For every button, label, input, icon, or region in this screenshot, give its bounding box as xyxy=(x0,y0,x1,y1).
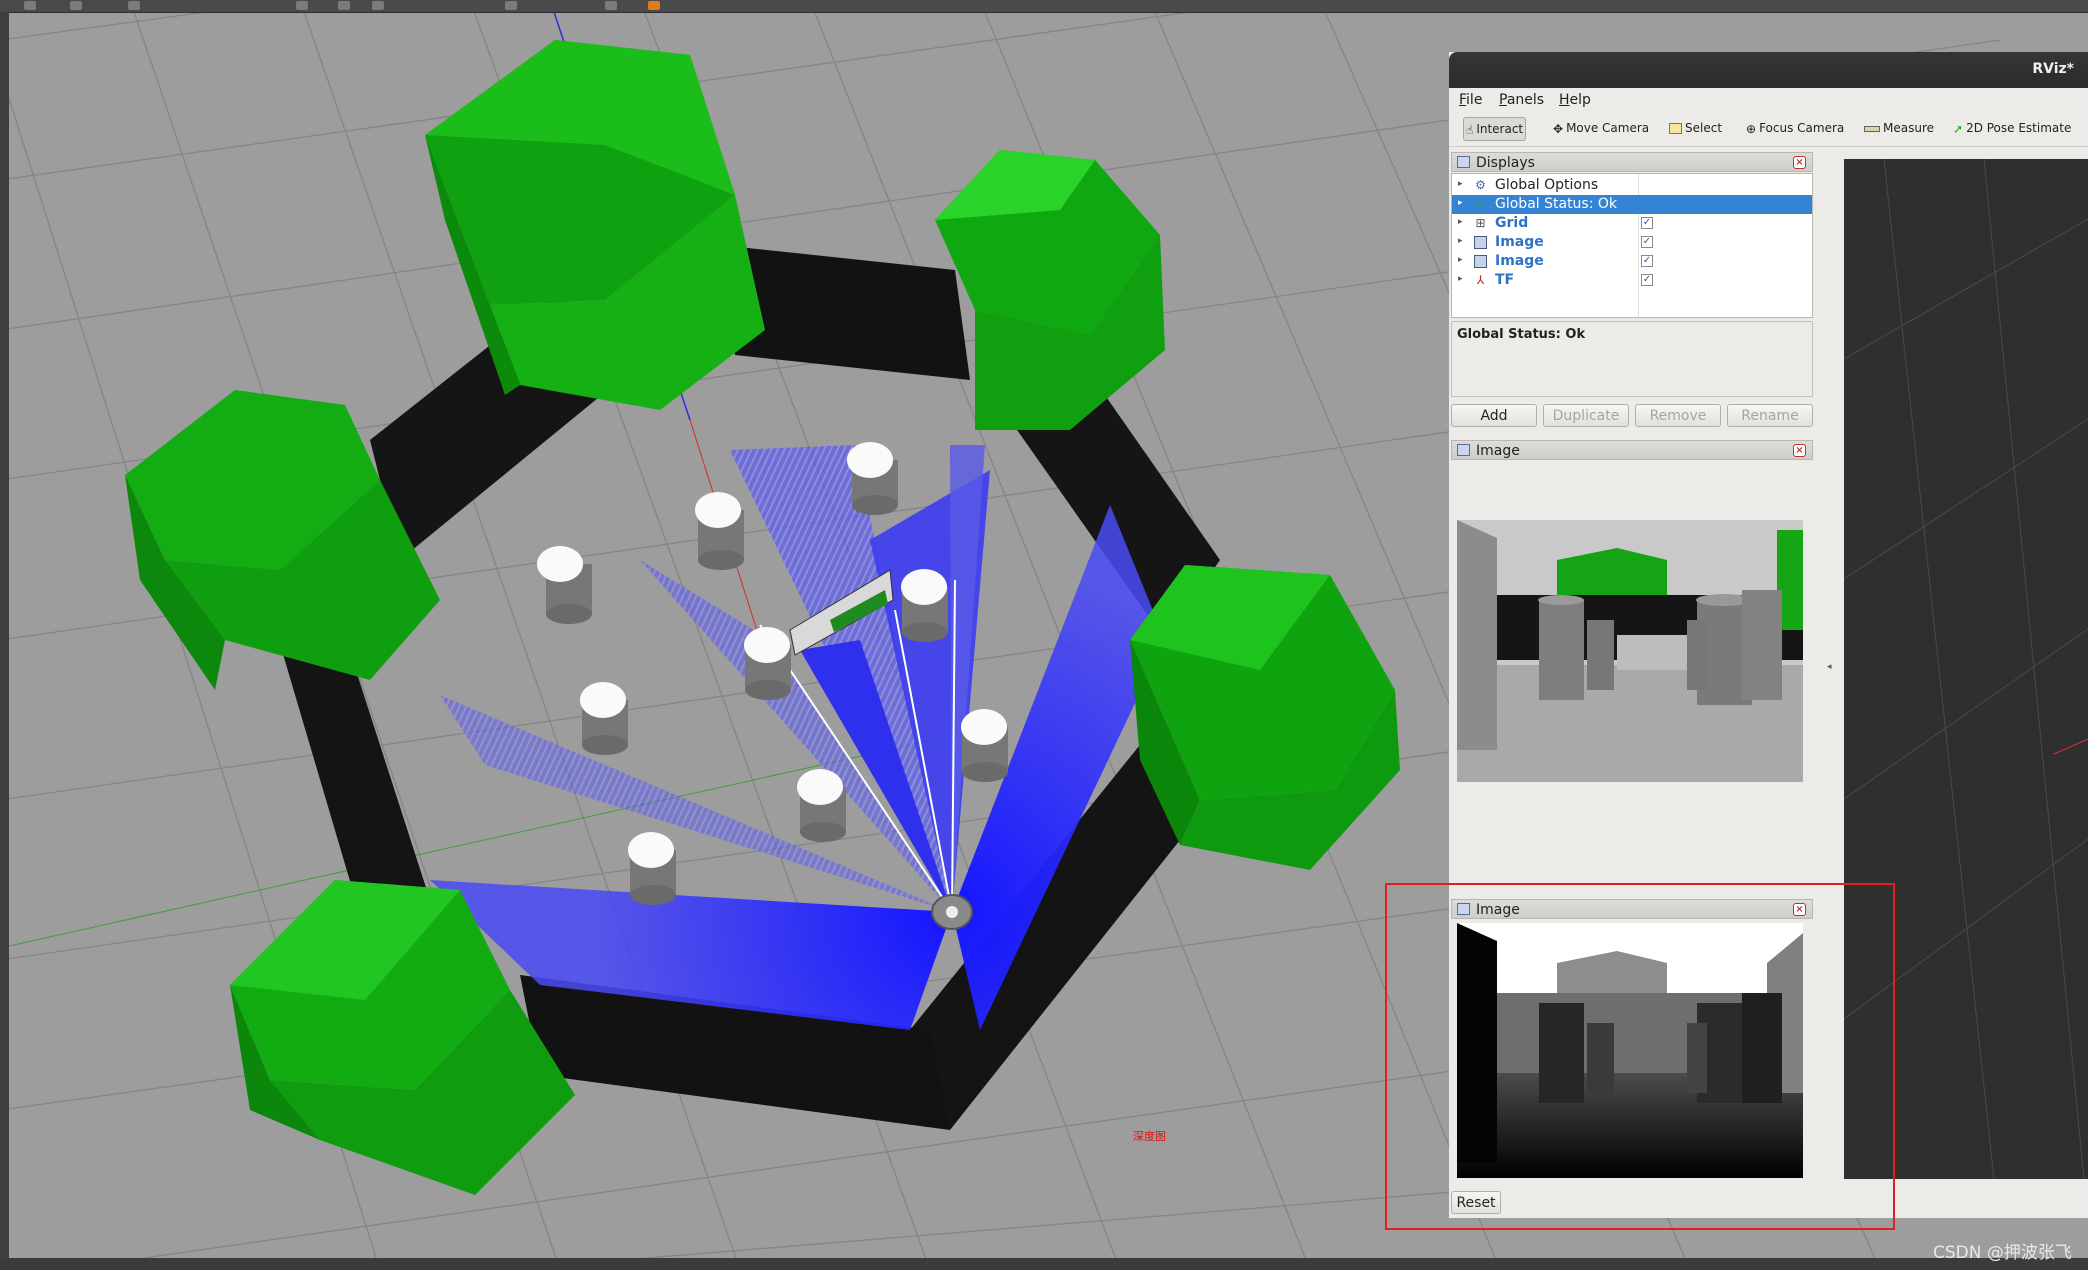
image-panel-header[interactable]: Image × xyxy=(1451,440,1813,460)
hand-icon: ☝ xyxy=(1466,122,1474,137)
close-icon[interactable]: × xyxy=(1793,156,1806,169)
display-item-label: TF xyxy=(1495,272,1515,288)
rgb-camera-view xyxy=(1457,520,1803,782)
display-item-tf[interactable]: ▸ ⅄ TF ✓ xyxy=(1452,271,1812,290)
remove-button[interactable]: Remove xyxy=(1635,404,1721,427)
display-item-label: Global Status: Ok xyxy=(1495,196,1618,212)
move-camera-tool-button[interactable]: ✥ Move Camera xyxy=(1553,117,1649,139)
image-panel-rgb: Image × xyxy=(1451,440,1813,880)
ruler-icon xyxy=(1864,125,1880,132)
image-panel-header[interactable]: Image × xyxy=(1451,899,1813,919)
interact-tool-button[interactable]: ☝ Interact xyxy=(1463,117,1527,141)
pose-estimate-label: 2D Pose Estimate xyxy=(1966,121,2072,135)
measure-tool-button[interactable]: Measure xyxy=(1864,117,1934,139)
expand-arrow-icon[interactable]: ▸ xyxy=(1458,179,1463,189)
rviz-window: RViz* File Panels Help ☝ Interact ✥ Move C… xyxy=(1449,52,2088,1218)
display-item-image[interactable]: ▸ Image ✓ xyxy=(1452,233,1812,252)
display-enable-checkbox[interactable]: ✓ xyxy=(1641,236,1653,248)
measure-label: Measure xyxy=(1883,121,1934,135)
crosshair-icon: ⊕ xyxy=(1746,121,1757,136)
window-titlebar[interactable]: RViz* xyxy=(1449,52,2088,88)
display-enable-checkbox[interactable]: ✓ xyxy=(1641,217,1653,229)
toolbar-icon[interactable] xyxy=(70,1,82,10)
image-icon xyxy=(1474,255,1487,268)
focus-camera-label: Focus Camera xyxy=(1759,121,1845,135)
display-enable-checkbox[interactable]: ✓ xyxy=(1641,255,1653,267)
toolbar-icon[interactable] xyxy=(296,1,308,10)
toolbar-icon[interactable] xyxy=(128,1,140,10)
window-title: RViz* xyxy=(2032,61,2074,77)
select-label: Select xyxy=(1685,121,1723,135)
watermark: CSDN @押波张飞 xyxy=(1933,1243,2072,1263)
toolbar-icon[interactable] xyxy=(505,1,517,10)
display-enable-checkbox[interactable]: ✓ xyxy=(1641,274,1653,286)
image-panel-title: Image xyxy=(1476,902,1520,918)
toolbar-icon[interactable] xyxy=(605,1,617,10)
displays-tree: ▸ ⚙ Global Options ▸ ✓ Global Status: Ok… xyxy=(1451,173,1813,318)
expand-arrow-icon[interactable]: ▸ xyxy=(1458,217,1463,227)
interact-tool-label: Interact xyxy=(1476,122,1524,136)
expand-arrow-icon[interactable]: ▸ xyxy=(1458,198,1463,208)
displays-panel-header[interactable]: Displays × xyxy=(1451,152,1813,172)
image-icon xyxy=(1457,903,1470,915)
top-toolbar-strip xyxy=(0,0,2088,13)
gear-icon: ⚙ xyxy=(1475,178,1486,192)
toolbar-icon[interactable] xyxy=(24,1,36,10)
bottom-status-strip xyxy=(0,1258,2088,1270)
left-edge-strip xyxy=(0,12,9,1258)
pose-estimate-tool-button[interactable]: ➚ 2D Pose Estimate xyxy=(1953,117,2071,139)
tool-bar: ☝ Interact ✥ Move Camera Select ⊕ Focus Cam… xyxy=(1449,110,2088,147)
duplicate-button[interactable]: Duplicate xyxy=(1543,404,1629,427)
rename-button[interactable]: Rename xyxy=(1727,404,1813,427)
image-panel-depth: Image × xyxy=(1451,899,1813,1219)
close-icon[interactable]: × xyxy=(1793,903,1806,916)
display-item-label: Image xyxy=(1495,234,1544,250)
close-icon[interactable]: × xyxy=(1793,444,1806,457)
move-camera-label: Move Camera xyxy=(1566,121,1650,135)
grid-icon: ⊞ xyxy=(1475,216,1486,230)
toolbar-icon[interactable] xyxy=(372,1,384,10)
display-status-description: Global Status: Ok xyxy=(1451,321,1813,397)
menu-help[interactable]: Help xyxy=(1559,92,1591,108)
display-item-label: Global Options xyxy=(1495,177,1599,193)
focus-camera-tool-button[interactable]: ⊕ Focus Camera xyxy=(1746,117,1844,139)
monitor-icon xyxy=(1457,156,1470,168)
tf-icon: ⅄ xyxy=(1476,273,1485,287)
image-panel-title: Image xyxy=(1476,443,1520,459)
toolbar-icon[interactable] xyxy=(338,1,350,10)
menu-bar: File Panels Help xyxy=(1449,88,2088,110)
menu-file[interactable]: File xyxy=(1459,92,1482,108)
move-arrows-icon: ✥ xyxy=(1553,121,1564,136)
displays-title: Displays xyxy=(1476,155,1535,171)
image-icon xyxy=(1474,236,1487,249)
add-button[interactable]: Add xyxy=(1451,404,1537,427)
display-item-image[interactable]: ▸ Image ✓ xyxy=(1452,252,1812,271)
display-item-grid[interactable]: ▸ ⊞ Grid ✓ xyxy=(1452,214,1812,233)
toolbar-icon[interactable] xyxy=(648,1,660,10)
depth-camera-view xyxy=(1457,923,1803,1178)
display-item-global-options[interactable]: ▸ ⚙ Global Options xyxy=(1452,176,1812,195)
expand-arrow-icon[interactable]: ▸ xyxy=(1458,274,1463,284)
select-box-icon xyxy=(1669,123,1682,134)
check-icon: ✓ xyxy=(1475,197,1486,211)
green-arrow-icon: ➚ xyxy=(1953,121,1964,136)
menu-panels[interactable]: Panels xyxy=(1499,92,1544,108)
status-text: Global Status: Ok xyxy=(1457,327,1586,342)
expand-arrow-icon[interactable]: ▸ xyxy=(1458,255,1463,265)
render-panel[interactable] xyxy=(1843,158,2088,1180)
display-buttons: Add Duplicate Remove Rename xyxy=(1451,404,1813,428)
image-icon xyxy=(1457,444,1470,456)
depth-map-annotation: 深度图 xyxy=(1133,1130,1166,1143)
display-item-global-status[interactable]: ▸ ✓ Global Status: Ok xyxy=(1452,195,1812,214)
display-item-label: Grid xyxy=(1495,215,1529,231)
expand-arrow-icon[interactable]: ▸ xyxy=(1458,236,1463,246)
select-tool-button[interactable]: Select xyxy=(1669,117,1722,139)
display-item-label: Image xyxy=(1495,253,1544,269)
reset-button[interactable]: Reset xyxy=(1451,1191,1501,1214)
splitter-arrow-icon[interactable]: ◂ xyxy=(1827,662,1832,672)
